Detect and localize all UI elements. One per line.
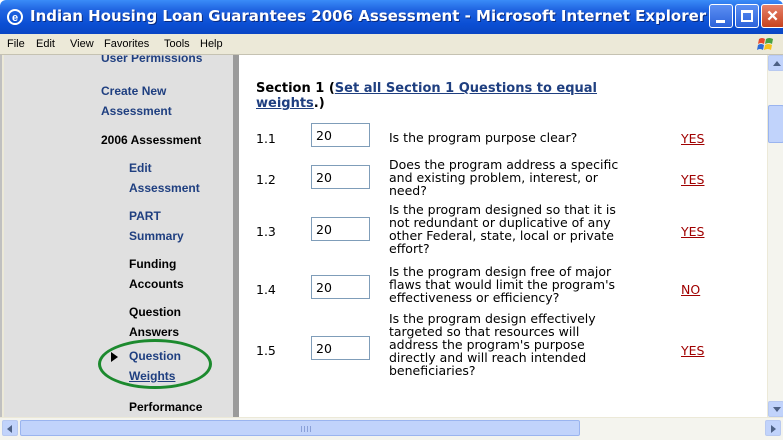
question-text-line: effort? (389, 241, 430, 256)
answer-link[interactable]: YES (681, 343, 704, 358)
nav-funding-accounts[interactable]: Funding (129, 254, 176, 274)
question-weight-input[interactable] (311, 217, 370, 241)
question-text: Does the program address a specific and … (389, 158, 679, 197)
scroll-right-button[interactable] (765, 420, 781, 436)
answer-link[interactable]: YES (681, 131, 704, 146)
scroll-down-button[interactable] (768, 401, 783, 417)
question-text-line: Is the program purpose clear? (389, 130, 578, 145)
question-number: 1.3 (256, 224, 276, 239)
maximize-button[interactable] (735, 4, 759, 28)
nav-user-permissions[interactable]: User Permissions (101, 55, 202, 68)
highlight-circle (98, 339, 212, 389)
menu-edit[interactable]: Edit (36, 38, 55, 50)
title-bar: e Indian Housing Loan Guarantees 2006 As… (0, 0, 783, 34)
chevron-left-icon (7, 425, 12, 433)
question-weight-input[interactable] (311, 123, 370, 147)
chevron-right-icon (771, 425, 776, 433)
menu-help[interactable]: Help (200, 38, 223, 50)
menu-favorites[interactable]: Favorites (104, 38, 149, 50)
question-number: 1.4 (256, 282, 276, 297)
answer-link[interactable]: YES (681, 224, 704, 239)
question-text: Is the program design effectively target… (389, 312, 679, 377)
windows-logo-icon (757, 38, 773, 50)
question-text: Is the program designed so that it is no… (389, 203, 679, 255)
question-text-line: beneficiaries? (389, 363, 476, 378)
section-heading: Section 1 (Set all Section 1 Questions t… (256, 81, 696, 111)
menu-bar: File Edit View Favorites Tools Help (0, 34, 783, 55)
nav-part-summary[interactable]: PART (129, 206, 161, 226)
nav-edit-2[interactable]: Assessment (129, 178, 200, 198)
close-button[interactable] (761, 4, 783, 28)
section-suffix: .) (313, 96, 325, 111)
question-number: 1.2 (256, 172, 276, 187)
question-text: Is the program design free of major flaw… (389, 265, 679, 304)
nav-create-new[interactable]: Create New (101, 81, 166, 101)
section-title: Section 1 ( (256, 81, 335, 96)
scroll-thumb[interactable] (768, 105, 783, 143)
menu-file[interactable]: File (7, 38, 25, 50)
main-content: Section 1 (Set all Section 1 Questions t… (239, 55, 767, 417)
horizontal-scroll-thumb[interactable] (20, 420, 580, 436)
left-nav-panel: User Permissions Create New Assessment 2… (4, 55, 233, 417)
nav-performance[interactable]: Performance (129, 397, 202, 417)
question-weight-input[interactable] (311, 165, 370, 189)
answer-link[interactable]: NO (681, 282, 700, 297)
nav-part-summary-2[interactable]: Summary (129, 226, 184, 246)
equal-weights-link[interactable]: Set all Section 1 Questions to equal (335, 81, 597, 96)
ie-icon: e (7, 9, 23, 25)
close-icon (767, 10, 778, 21)
nav-question-answers[interactable]: Question (129, 302, 181, 322)
question-weight-input[interactable] (311, 336, 370, 360)
grip-icon (301, 426, 311, 432)
scroll-left-button[interactable] (2, 420, 18, 436)
question-text-line: and existing problem, interest, or (389, 170, 598, 185)
menu-tools[interactable]: Tools (164, 38, 190, 50)
minimize-icon (716, 20, 725, 23)
nav-edit[interactable]: Edit (129, 158, 152, 178)
chevron-down-icon (773, 407, 781, 412)
question-weight-input[interactable] (311, 275, 370, 299)
minimize-button[interactable] (709, 4, 733, 28)
nav-funding-accounts-2[interactable]: Accounts (129, 274, 184, 294)
menu-view[interactable]: View (70, 38, 94, 50)
maximize-icon (741, 10, 753, 22)
scroll-up-button[interactable] (768, 55, 783, 71)
question-text-line: effectiveness or efficiency? (389, 290, 560, 305)
window-title: Indian Housing Loan Guarantees 2006 Asse… (30, 7, 707, 25)
vertical-scrollbar[interactable] (767, 55, 783, 417)
answer-link[interactable]: YES (681, 172, 704, 187)
question-text-line: other Federal, state, local or private (389, 228, 614, 243)
question-text: Is the program purpose clear? (389, 131, 679, 144)
nav-create-new-2[interactable]: Assessment (101, 101, 172, 121)
left-nav: User Permissions Create New Assessment 2… (0, 55, 233, 417)
question-number: 1.1 (256, 131, 276, 146)
question-number: 1.5 (256, 343, 276, 358)
svg-text:e: e (12, 12, 18, 24)
horizontal-scrollbar[interactable] (0, 417, 783, 440)
equal-weights-link-2[interactable]: weights (256, 96, 314, 111)
question-text-line: need? (389, 183, 427, 198)
nav-2006-assessment: 2006 Assessment (101, 133, 202, 147)
chevron-up-icon (773, 61, 781, 66)
